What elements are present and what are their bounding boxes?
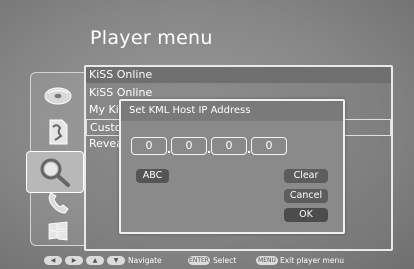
ip-separator-dot (168, 151, 170, 153)
ip-separator-dot (248, 151, 250, 153)
menu-header: KiSS Online (86, 67, 391, 83)
enter-key-icon: ENTER (188, 256, 210, 265)
up-arrow-icon: ▲ (86, 256, 104, 265)
dialog-title: Set KML Host IP Address (121, 101, 343, 121)
exit-player-menu-label: Exit player menu (280, 256, 344, 265)
ip-octet-4-field[interactable]: 0 (251, 137, 287, 155)
down-arrow-icon: ▼ (107, 256, 125, 265)
select-label: Select (213, 256, 237, 265)
ip-address-dialog: Set KML Host IP Address 0 0 0 0 ABC Clea… (119, 99, 345, 234)
ip-octet-3-field[interactable]: 0 (211, 137, 247, 155)
page-title: Player menu (90, 27, 213, 49)
category-sidebar (26, 72, 85, 246)
abc-button[interactable]: ABC (136, 169, 169, 183)
document-icon[interactable] (41, 117, 75, 147)
cancel-button[interactable]: Cancel (284, 189, 328, 203)
tv-screen: Player menu KiSS Online KiSS Online My K… (0, 0, 414, 269)
right-arrow-icon: ▶ (65, 256, 83, 265)
ok-button[interactable]: OK (284, 208, 328, 222)
clear-button[interactable]: Clear (284, 169, 328, 183)
left-arrow-icon: ◀ (44, 256, 62, 265)
magnifier-icon[interactable] (26, 151, 84, 193)
disc-icon[interactable] (41, 83, 75, 109)
ip-octet-2-field[interactable]: 0 (171, 137, 207, 155)
phone-icon[interactable] (41, 189, 75, 217)
navigate-label: Navigate (128, 256, 162, 265)
menu-key-icon: MENU (256, 256, 278, 265)
ip-octet-1-field[interactable]: 0 (131, 137, 167, 155)
remote-legend: ◀ ▶ ▲ ▼ Navigate ENTER Select MENU Exit … (0, 255, 414, 269)
ip-separator-dot (208, 151, 210, 153)
windows-icon[interactable] (41, 219, 75, 243)
